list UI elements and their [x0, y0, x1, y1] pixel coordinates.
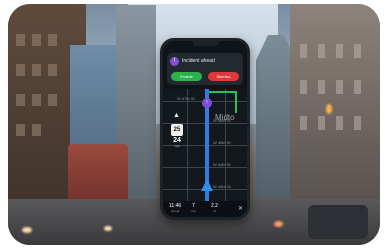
neighborhood-label: Midto [215, 113, 235, 122]
notification-title: Incident ahead [182, 58, 215, 64]
hero-image-frame: ! Incident ahead Enable Dismiss W 47th S… [0, 0, 386, 249]
speed-limit-sign: 25 [171, 124, 183, 136]
duration-stat: 7 min [191, 203, 196, 213]
avenue-line [187, 89, 188, 201]
phone-notch [193, 41, 219, 46]
dismiss-button[interactable]: Dismiss [208, 72, 239, 81]
current-location-arrow-icon [201, 179, 213, 191]
headlight [104, 226, 112, 231]
street-label: W 43rd St [213, 184, 231, 189]
arrival-time-unit: arrival [170, 209, 180, 213]
street-label: W 44th St [213, 162, 231, 167]
duration-unit: min [191, 209, 196, 213]
street-label: W 47th St [177, 96, 195, 101]
close-icon[interactable]: ✕ [238, 205, 243, 212]
distance-stat: 2.2 mi [211, 203, 218, 213]
trip-summary-bar: 11:46 arrival 7 min 2.2 mi ✕ [163, 201, 247, 217]
taillight [274, 221, 283, 227]
arrival-time-stat: 11:46 arrival [169, 203, 181, 213]
accept-button[interactable]: Enable [171, 72, 202, 81]
smartphone: ! Incident ahead Enable Dismiss W 47th S… [160, 38, 250, 220]
navigation-map[interactable]: W 47th St W 46th St W 45th St W 44th St … [163, 89, 247, 201]
current-speed: 24 [173, 137, 181, 144]
headlight [22, 227, 32, 233]
traffic-light [326, 104, 332, 114]
street-label: W 45th St [213, 140, 231, 145]
alert-icon: ! [170, 57, 179, 66]
speed-panel: ▲ 25 24 mph [171, 111, 183, 148]
alternate-route [209, 91, 237, 113]
warning-triangle-icon[interactable]: ▲ [172, 111, 181, 120]
speed-unit: mph [174, 144, 180, 148]
incident-pin-icon[interactable]: ! [202, 98, 212, 108]
car [308, 205, 368, 239]
incident-notification[interactable]: ! Incident ahead Enable Dismiss [167, 53, 243, 85]
distance-unit: mi [212, 209, 217, 213]
